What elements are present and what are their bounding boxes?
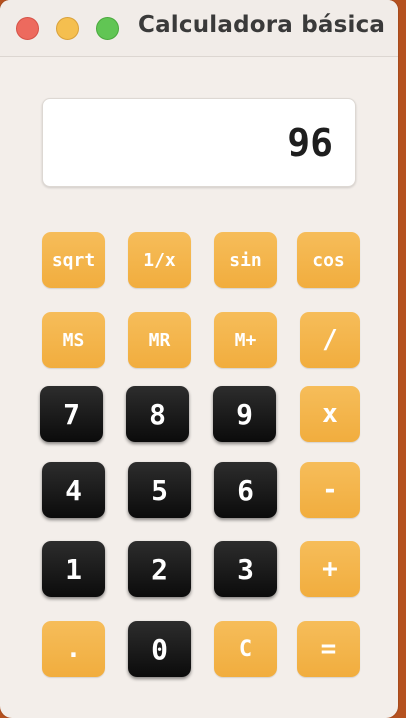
title-bar: Calculadora básica xyxy=(0,0,398,57)
sqrt-button[interactable]: sqrt xyxy=(42,232,105,288)
digit-8-button[interactable]: 8 xyxy=(126,386,189,442)
memory-store-button[interactable]: MS xyxy=(42,312,105,368)
window-title: Calculadora básica xyxy=(138,12,386,38)
calculator-window: Calculadora básica 96 sqrt 1/x sin cos M… xyxy=(0,0,398,718)
multiply-button[interactable]: x xyxy=(300,386,360,442)
digit-0-button[interactable]: 0 xyxy=(128,621,191,677)
memory-recall-button[interactable]: MR xyxy=(128,312,191,368)
digit-4-button[interactable]: 4 xyxy=(42,462,105,518)
plus-button[interactable]: + xyxy=(300,541,360,597)
minimize-window-button[interactable] xyxy=(56,17,79,40)
digit-2-button[interactable]: 2 xyxy=(128,541,191,597)
digit-6-button[interactable]: 6 xyxy=(214,462,277,518)
display-value: 96 xyxy=(287,121,333,165)
sin-button[interactable]: sin xyxy=(214,232,277,288)
memory-add-button[interactable]: M+ xyxy=(214,312,277,368)
digit-1-button[interactable]: 1 xyxy=(42,541,105,597)
inverse-button[interactable]: 1/x xyxy=(128,232,191,288)
decimal-button[interactable]: . xyxy=(42,621,105,677)
clear-button[interactable]: C xyxy=(214,621,277,677)
maximize-window-button[interactable] xyxy=(96,17,119,40)
calculator-display: 96 xyxy=(42,98,356,187)
digit-7-button[interactable]: 7 xyxy=(40,386,103,442)
equals-button[interactable]: = xyxy=(297,621,360,677)
cos-button[interactable]: cos xyxy=(297,232,360,288)
digit-9-button[interactable]: 9 xyxy=(213,386,276,442)
digit-5-button[interactable]: 5 xyxy=(128,462,191,518)
digit-3-button[interactable]: 3 xyxy=(214,541,277,597)
divide-button[interactable]: / xyxy=(300,312,360,368)
minus-button[interactable]: - xyxy=(300,462,360,518)
close-window-button[interactable] xyxy=(16,17,39,40)
